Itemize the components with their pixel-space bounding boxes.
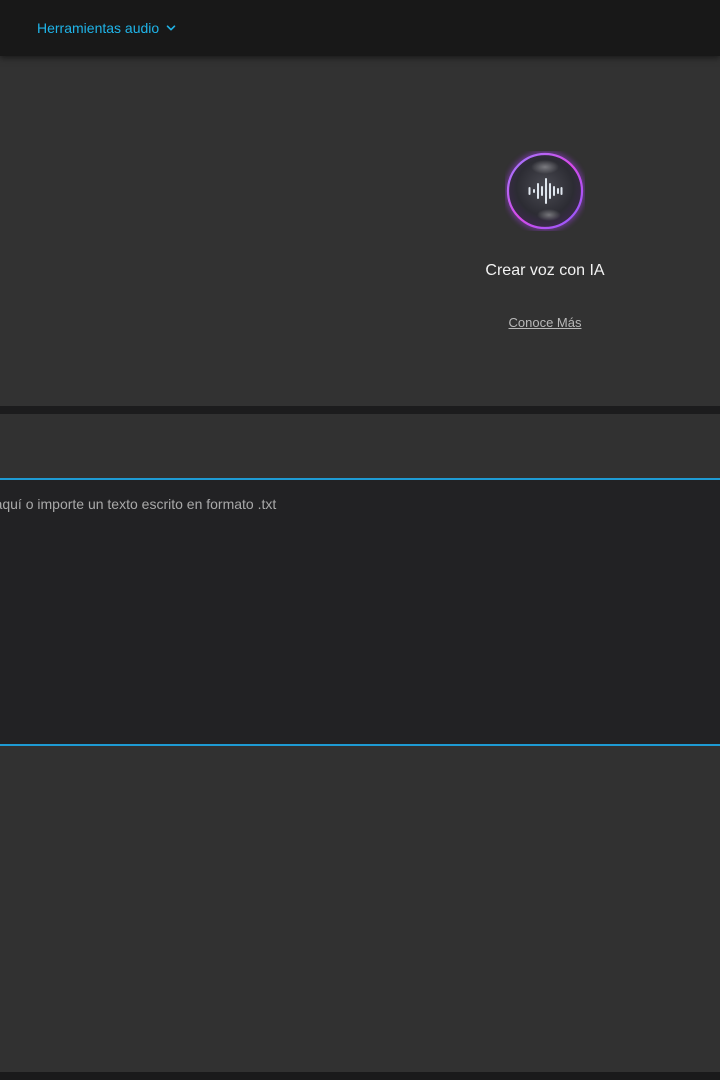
- chevron-down-icon: [166, 25, 176, 31]
- script-text-input[interactable]: [0, 480, 720, 744]
- learn-more-link[interactable]: Conoce Más: [470, 314, 620, 332]
- audio-tools-menu-label: Herramientas audio: [37, 20, 160, 36]
- sound-wave-icon: [505, 151, 585, 231]
- audio-tools-menu[interactable]: Herramientas audio: [37, 18, 177, 38]
- feature-panel: [0, 56, 720, 406]
- section-divider: [0, 406, 720, 414]
- top-bar: Herramientas audio: [0, 0, 720, 56]
- text-editor-frame: [0, 478, 720, 746]
- app-root: Herramientas audio Crear voz con IA Cono…: [0, 0, 720, 1080]
- ai-voice-orb-button[interactable]: [505, 151, 585, 231]
- bottom-divider: [0, 1072, 720, 1080]
- ai-voice-title: Crear voz con IA: [485, 262, 605, 279]
